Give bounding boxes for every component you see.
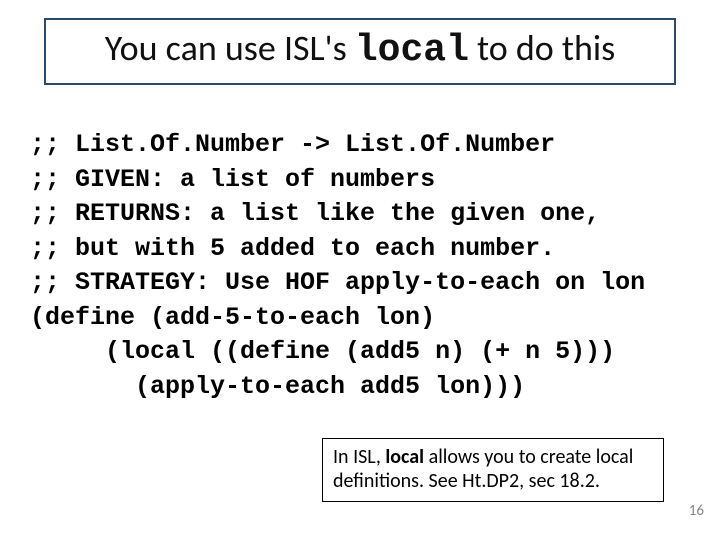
code-line-3: ;; RETURNS: a list like the given one, [30, 199, 600, 228]
code-block: ;; List.Of.Number -> List.Of.Number ;; G… [30, 128, 700, 404]
code-line-8: (apply-to-each add5 lon))) [30, 372, 525, 401]
note-text-1: In ISL, [333, 445, 385, 469]
page-number: 16 [689, 502, 704, 520]
code-line-6: (define (add-5-to-each lon) [30, 303, 435, 332]
code-line-2: ;; GIVEN: a list of numbers [30, 165, 435, 194]
code-line-7: (local ((define (add5 n) (+ n 5))) [30, 337, 615, 366]
note-bold: local [385, 445, 424, 469]
note-callout: In ISL, local allows you to create local… [322, 438, 664, 502]
title-pre: You can use ISL's [105, 26, 355, 70]
code-line-1: ;; List.Of.Number -> List.Of.Number [30, 130, 555, 159]
code-line-4: ;; but with 5 added to each number. [30, 234, 555, 263]
title-post: to do this [469, 26, 615, 70]
slide-title: You can use ISL's local to do this [44, 18, 676, 85]
title-mono: local [355, 29, 469, 72]
code-line-5: ;; STRATEGY: Use HOF apply-to-each on lo… [30, 268, 645, 297]
